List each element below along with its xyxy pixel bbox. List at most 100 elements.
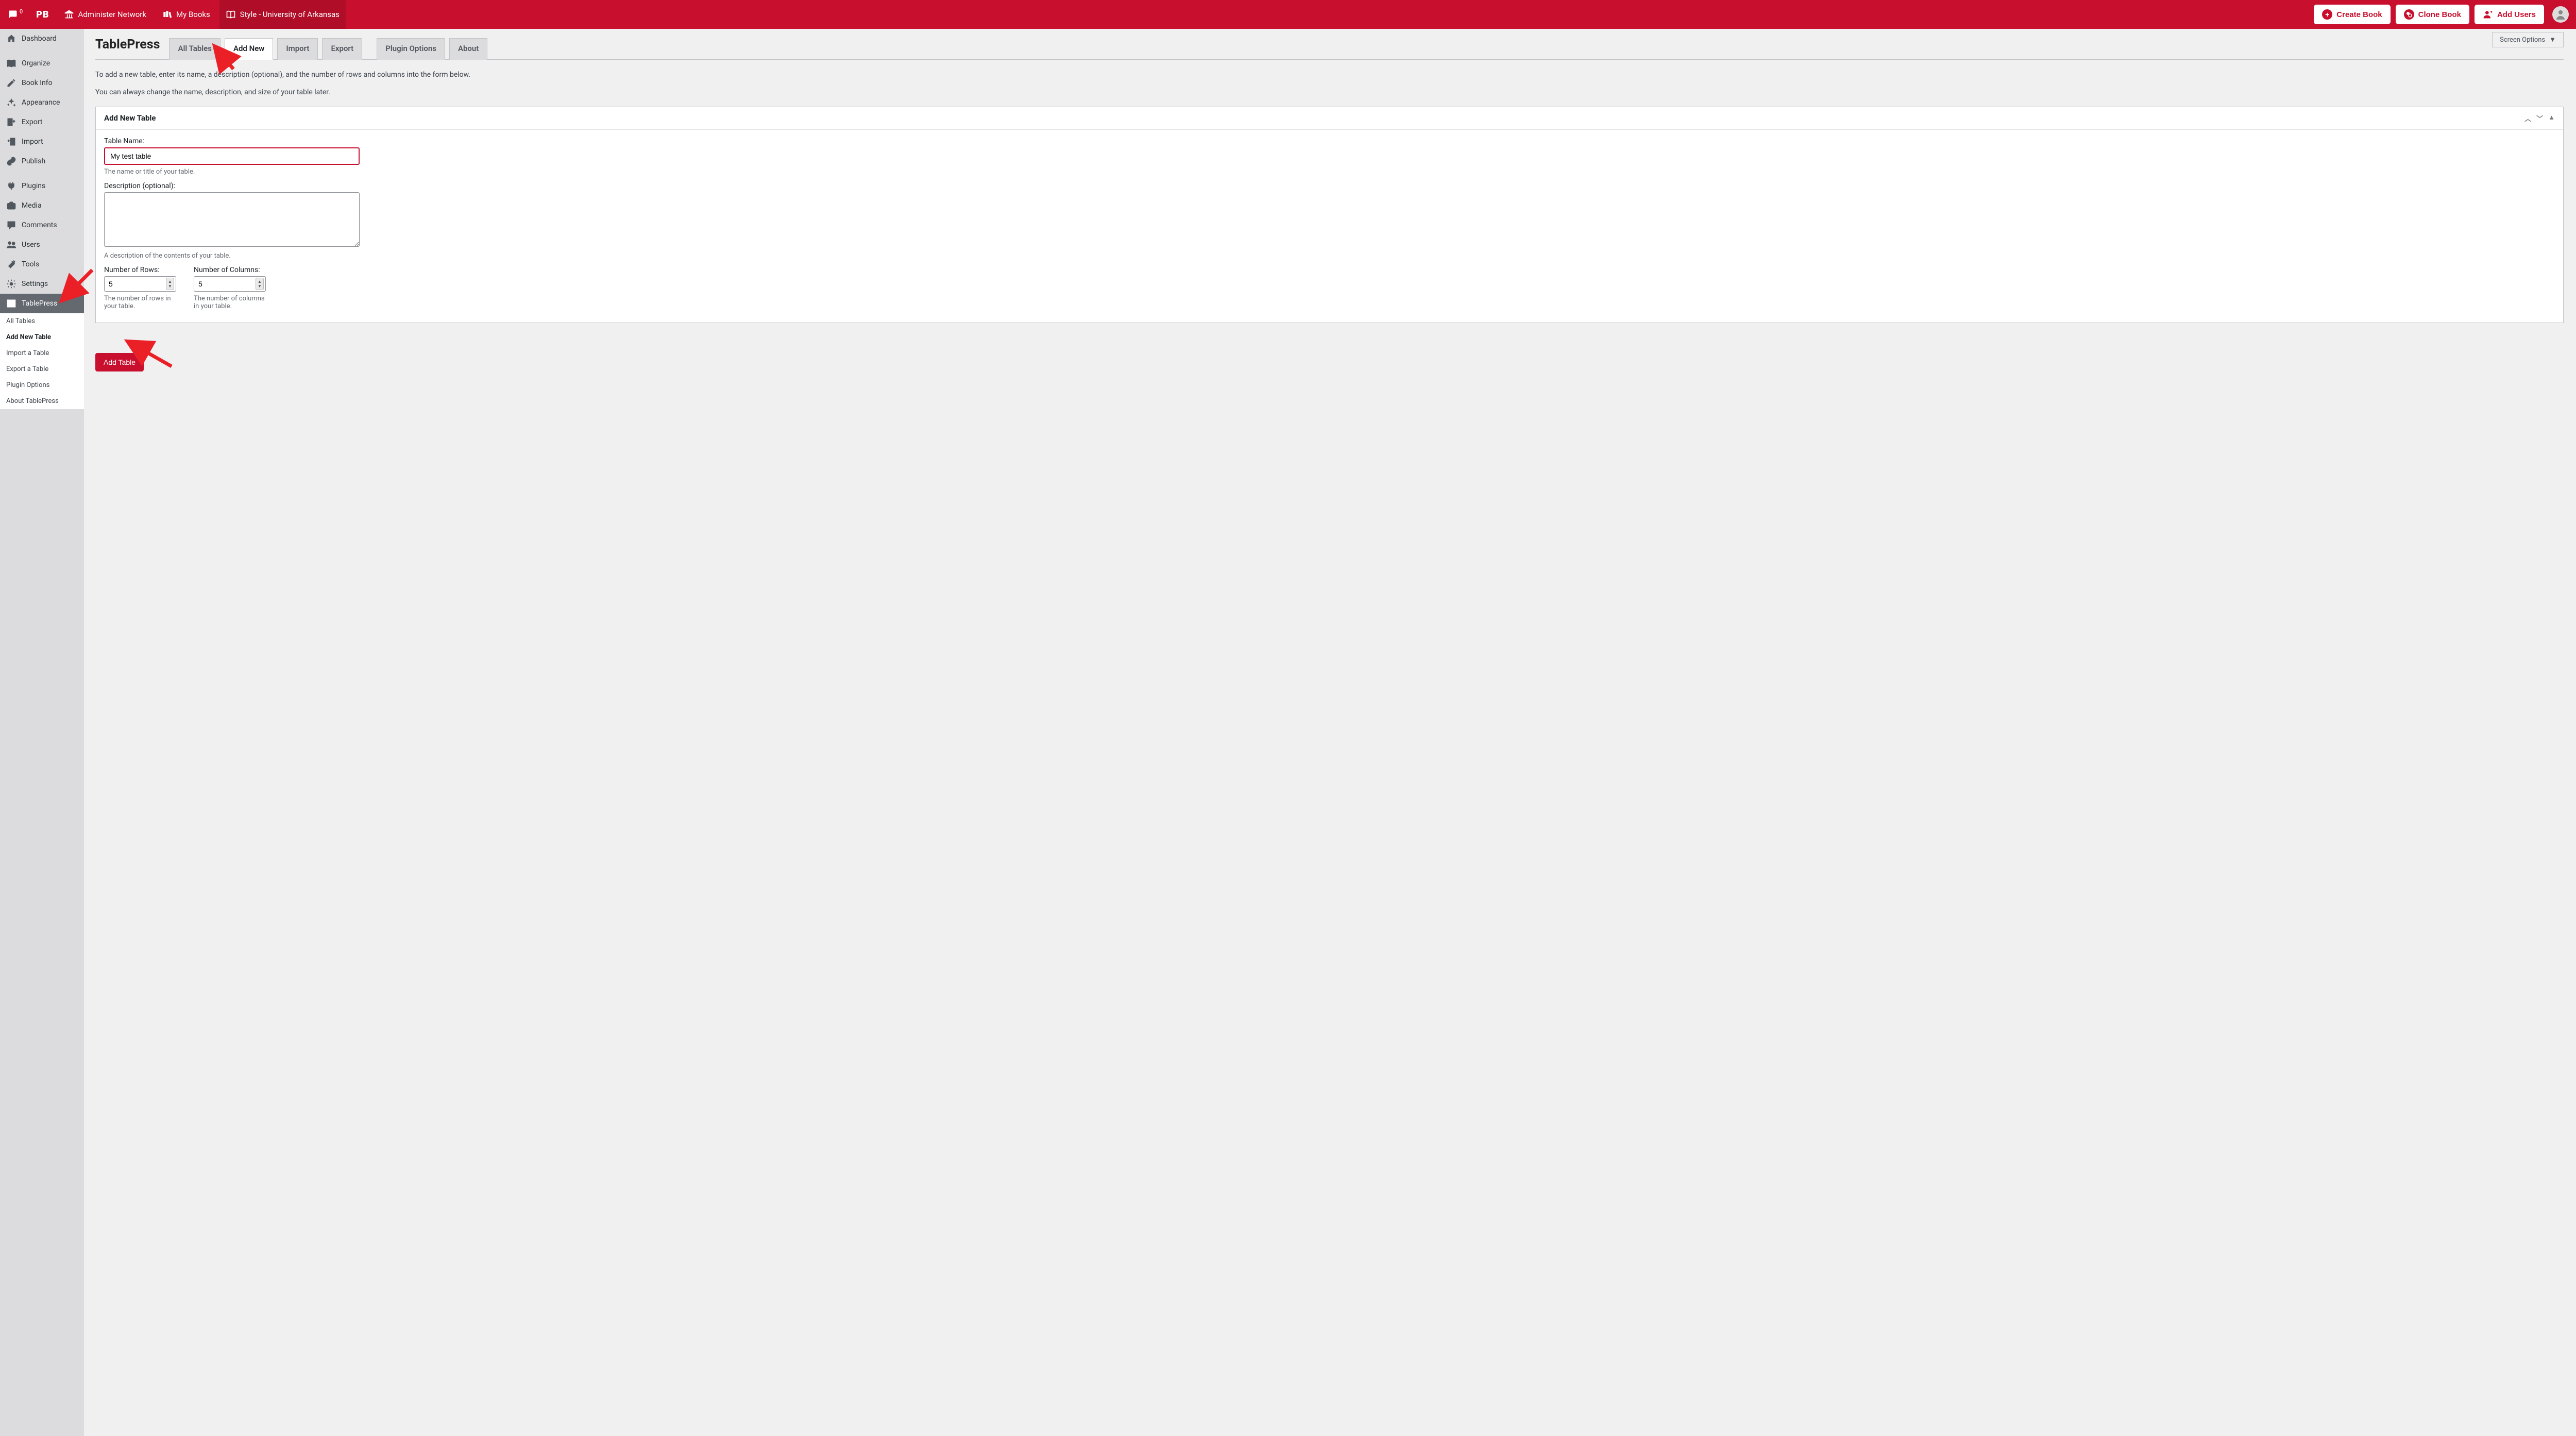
- create-book-button[interactable]: + Create Book: [2314, 5, 2390, 24]
- cols-spinner[interactable]: ▲▼: [256, 278, 264, 290]
- sub-item-all-tables[interactable]: All Tables: [0, 313, 84, 329]
- sidebar-item-comments[interactable]: Comments: [0, 215, 84, 235]
- rows-input[interactable]: [104, 276, 176, 292]
- sidebar-item-dashboard[interactable]: Dashboard: [0, 29, 84, 48]
- sidebar-item-import[interactable]: Import: [0, 132, 84, 151]
- sidebar-label-import: Import: [22, 138, 43, 146]
- sidebar-label-appearance: Appearance: [22, 98, 60, 107]
- table-name-help: The name or title of your table.: [104, 168, 2555, 176]
- camera-icon: [6, 200, 16, 211]
- books-icon: [162, 9, 172, 20]
- my-books-link[interactable]: My Books: [156, 0, 216, 29]
- sub-item-export[interactable]: Export a Table: [0, 361, 84, 377]
- panel-controls[interactable]: ︿ ﹀ ▲: [2524, 113, 2555, 123]
- clone-circle-icon: [2404, 9, 2414, 20]
- sub-item-options[interactable]: Plugin Options: [0, 377, 84, 393]
- top-bar: 0 PB Administer Network My Books Style -…: [0, 0, 2576, 29]
- triangle-down-icon: ▼: [2549, 36, 2556, 44]
- intro-text-2: You can always change the name, descript…: [95, 87, 2564, 98]
- sub-item-import[interactable]: Import a Table: [0, 345, 84, 361]
- sidebar-item-media[interactable]: Media: [0, 196, 84, 215]
- tab-about[interactable]: About: [449, 38, 487, 60]
- sidebar-item-publish[interactable]: Publish: [0, 151, 84, 171]
- sidebar-label-organize: Organize: [22, 59, 50, 67]
- sidebar-label-plugins: Plugins: [22, 182, 45, 190]
- sidebar-submenu: All Tables Add New Table Import a Table …: [0, 313, 84, 409]
- sidebar-item-book-info[interactable]: Book Info: [0, 73, 84, 93]
- topbar-left: 0 PB Administer Network My Books Style -…: [5, 0, 346, 29]
- screen-options-label: Screen Options: [2500, 36, 2545, 44]
- comment-count: 0: [20, 8, 23, 15]
- screen-options-button[interactable]: Screen Options ▼: [2492, 32, 2564, 47]
- admin-sidebar: Dashboard Organize Book Info Appearance …: [0, 29, 84, 1436]
- description-textarea[interactable]: [104, 192, 360, 247]
- import-icon: [6, 137, 16, 147]
- sidebar-item-tablepress[interactable]: TablePress: [0, 294, 84, 313]
- tab-plugin-options[interactable]: Plugin Options: [377, 38, 445, 60]
- panel-header: Add New Table ︿ ﹀ ▲: [96, 107, 2563, 130]
- sidebar-label-tools: Tools: [22, 260, 39, 268]
- sidebar-item-plugins[interactable]: Plugins: [0, 176, 84, 196]
- tab-export[interactable]: Export: [322, 38, 362, 60]
- sub-item-add-new[interactable]: Add New Table: [0, 329, 84, 345]
- plus-circle-icon: +: [2322, 9, 2332, 20]
- intro-text-1: To add a new table, enter its name, a de…: [95, 69, 2564, 80]
- sidebar-item-organize[interactable]: Organize: [0, 54, 84, 73]
- sidebar-label-media: Media: [22, 201, 42, 210]
- comment-icon: [6, 220, 16, 230]
- admin-network-label: Administer Network: [78, 10, 146, 19]
- chevron-down-icon[interactable]: ﹀: [2536, 113, 2543, 123]
- chevron-up-icon[interactable]: ︿: [2524, 113, 2531, 123]
- table-name-label: Table Name:: [104, 137, 2555, 145]
- home-icon: [6, 33, 16, 44]
- comment-indicator[interactable]: 0: [5, 0, 28, 29]
- user-avatar[interactable]: [2552, 6, 2569, 23]
- tab-import[interactable]: Import: [277, 38, 318, 60]
- clone-book-label: Clone Book: [2418, 10, 2461, 19]
- plug-icon: [6, 181, 16, 191]
- spin-down-icon: ▼: [258, 284, 262, 289]
- add-users-button[interactable]: Add Users: [2475, 5, 2544, 24]
- sidebar-item-settings[interactable]: Settings: [0, 274, 84, 294]
- tab-all-tables[interactable]: All Tables: [169, 38, 221, 60]
- tab-add-new[interactable]: Add New: [225, 38, 273, 60]
- add-table-button[interactable]: Add Table: [95, 353, 144, 371]
- sidebar-item-users[interactable]: Users: [0, 235, 84, 255]
- sidebar-label-export: Export: [22, 118, 42, 126]
- clone-book-button[interactable]: Clone Book: [2396, 5, 2469, 24]
- book-icon: [6, 58, 16, 69]
- sidebar-item-tools[interactable]: Tools: [0, 255, 84, 274]
- create-book-label: Create Book: [2336, 10, 2382, 19]
- cols-input[interactable]: [194, 276, 266, 292]
- sidebar-label-comments: Comments: [22, 221, 57, 229]
- chat-icon: [8, 10, 18, 19]
- table-name-input[interactable]: [104, 147, 360, 165]
- pb-logo[interactable]: PB: [31, 9, 54, 20]
- user-plus-icon: [2483, 9, 2493, 20]
- rows-spinner[interactable]: ▲▼: [166, 278, 174, 290]
- admin-network-link[interactable]: Administer Network: [58, 0, 152, 29]
- add-table-panel: Add New Table ︿ ﹀ ▲ Table Name: The name…: [95, 107, 2564, 323]
- sidebar-label-tablepress: TablePress: [22, 299, 57, 308]
- sidebar-item-appearance[interactable]: Appearance: [0, 93, 84, 112]
- spin-up-icon: ▲: [258, 279, 262, 284]
- cols-help: The number of columns in your table.: [194, 295, 271, 310]
- rows-help: The number of rows in your table.: [104, 295, 176, 310]
- triangle-up-icon[interactable]: ▲: [2548, 113, 2555, 123]
- page-title: TablePress: [95, 37, 162, 59]
- book-open-icon: [226, 9, 236, 20]
- gear-icon: [6, 279, 16, 289]
- pencil-icon: [6, 78, 16, 88]
- page-header: TablePress All Tables Add New Import Exp…: [95, 37, 2564, 60]
- add-users-label: Add Users: [2497, 10, 2536, 19]
- sidebar-item-export[interactable]: Export: [0, 112, 84, 132]
- avatar-icon: [2554, 8, 2567, 21]
- sidebar-label-dashboard: Dashboard: [22, 35, 57, 43]
- users-icon: [6, 240, 16, 250]
- sub-item-about[interactable]: About TablePress: [0, 393, 84, 409]
- current-book-link[interactable]: Style - University of Arkansas: [219, 0, 346, 29]
- rows-label: Number of Rows:: [104, 266, 176, 274]
- description-help: A description of the contents of your ta…: [104, 252, 2555, 260]
- wrench-icon: [6, 259, 16, 269]
- sparkles-icon: [6, 97, 16, 108]
